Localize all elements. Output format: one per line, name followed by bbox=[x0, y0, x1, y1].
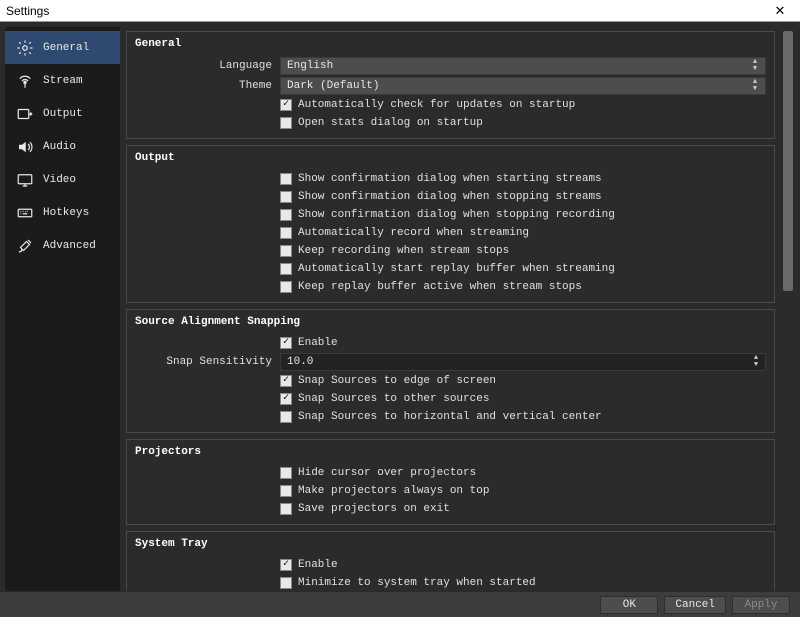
check-systray-enable[interactable]: ✓Enable bbox=[280, 557, 338, 573]
group-title: Projectors bbox=[135, 444, 766, 464]
antenna-icon bbox=[15, 71, 35, 91]
cancel-button[interactable]: Cancel bbox=[664, 596, 726, 614]
apply-button[interactable]: Apply bbox=[732, 596, 790, 614]
select-value: English bbox=[287, 60, 333, 72]
check-label: Snap Sources to edge of screen bbox=[298, 375, 496, 387]
sidebar-item-label: General bbox=[43, 42, 89, 54]
tools-icon bbox=[15, 236, 35, 256]
titlebar: Settings ✕ bbox=[0, 0, 800, 22]
footer: OK Cancel Apply bbox=[0, 591, 800, 617]
group-projectors: Projectors ✓Hide cursor over projectors … bbox=[126, 439, 775, 525]
chevron-updown-icon: ▲▼ bbox=[747, 78, 763, 94]
monitor-icon bbox=[15, 170, 35, 190]
check-label: Keep recording when stream stops bbox=[298, 245, 509, 257]
group-snapping: Source Alignment Snapping ✓Enable Snap S… bbox=[126, 309, 775, 433]
snap-sensitivity-label: Snap Sensitivity bbox=[135, 356, 280, 368]
sidebar-item-stream[interactable]: Stream bbox=[5, 64, 120, 97]
check-save-projectors[interactable]: ✓Save projectors on exit bbox=[280, 501, 450, 517]
check-label: Automatically start replay buffer when s… bbox=[298, 263, 615, 275]
window-title: Settings bbox=[6, 4, 49, 18]
snap-sensitivity-input[interactable]: 10.0 ▲▼ bbox=[280, 353, 766, 371]
check-confirm-stop-stream[interactable]: ✓Show confirmation dialog when stopping … bbox=[280, 189, 602, 205]
check-label: Automatically check for updates on start… bbox=[298, 99, 575, 111]
check-label: Open stats dialog on startup bbox=[298, 117, 483, 129]
content: General Stream Output Audio Video Hotkey… bbox=[0, 22, 800, 591]
check-label: Save projectors on exit bbox=[298, 503, 450, 515]
speaker-icon bbox=[15, 137, 35, 157]
theme-label: Theme bbox=[135, 80, 280, 92]
sidebar-item-label: Hotkeys bbox=[43, 207, 89, 219]
check-auto-replay[interactable]: ✓Automatically start replay buffer when … bbox=[280, 261, 615, 277]
keyboard-icon bbox=[15, 203, 35, 223]
check-snap-edge[interactable]: ✓Snap Sources to edge of screen bbox=[280, 373, 496, 389]
check-auto-update[interactable]: ✓Automatically check for updates on star… bbox=[280, 97, 575, 113]
spinbox-value: 10.0 bbox=[287, 356, 313, 368]
check-label: Show confirmation dialog when starting s… bbox=[298, 173, 602, 185]
check-open-stats[interactable]: ✓Open stats dialog on startup bbox=[280, 115, 483, 131]
spinner-icon[interactable]: ▲▼ bbox=[749, 354, 763, 370]
check-label: Snap Sources to other sources bbox=[298, 393, 489, 405]
sidebar-item-hotkeys[interactable]: Hotkeys bbox=[5, 196, 120, 229]
check-label: Hide cursor over projectors bbox=[298, 467, 476, 479]
theme-select[interactable]: Dark (Default) ▲▼ bbox=[280, 77, 766, 95]
check-keep-replay[interactable]: ✓Keep replay buffer active when stream s… bbox=[280, 279, 582, 295]
check-confirm-start-stream[interactable]: ✓Show confirmation dialog when starting … bbox=[280, 171, 602, 187]
check-auto-record[interactable]: ✓Automatically record when streaming bbox=[280, 225, 529, 241]
group-system-tray: System Tray ✓Enable ✓Minimize to system … bbox=[126, 531, 775, 591]
check-snap-sources[interactable]: ✓Snap Sources to other sources bbox=[280, 391, 489, 407]
group-output: Output ✓Show confirmation dialog when st… bbox=[126, 145, 775, 303]
main-panel: General Language English ▲▼ Theme Dark bbox=[120, 27, 795, 591]
language-select[interactable]: English ▲▼ bbox=[280, 57, 766, 75]
settings-scroll-area: General Language English ▲▼ Theme Dark bbox=[120, 27, 781, 591]
check-label: Enable bbox=[298, 337, 338, 349]
scrollbar-thumb[interactable] bbox=[783, 31, 793, 291]
chevron-updown-icon: ▲▼ bbox=[747, 58, 763, 74]
sidebar-item-label: Stream bbox=[43, 75, 83, 87]
group-general: General Language English ▲▼ Theme Dark bbox=[126, 31, 775, 139]
select-value: Dark (Default) bbox=[287, 80, 379, 92]
sidebar-item-label: Output bbox=[43, 108, 83, 120]
close-button[interactable]: ✕ bbox=[766, 3, 794, 19]
group-title: Output bbox=[135, 150, 766, 170]
check-keep-recording[interactable]: ✓Keep recording when stream stops bbox=[280, 243, 509, 259]
check-label: Snap Sources to horizontal and vertical … bbox=[298, 411, 602, 423]
group-title: General bbox=[135, 36, 766, 56]
check-label: Minimize to system tray when started bbox=[298, 577, 536, 589]
scrollbar[interactable] bbox=[781, 27, 795, 591]
sidebar-item-label: Advanced bbox=[43, 240, 96, 252]
check-snapping-enable[interactable]: ✓Enable bbox=[280, 335, 338, 351]
check-label: Keep replay buffer active when stream st… bbox=[298, 281, 582, 293]
sidebar-item-audio[interactable]: Audio bbox=[5, 130, 120, 163]
output-icon bbox=[15, 104, 35, 124]
check-label: Make projectors always on top bbox=[298, 485, 489, 497]
gear-icon bbox=[15, 38, 35, 58]
sidebar-item-output[interactable]: Output bbox=[5, 97, 120, 130]
check-label: Enable bbox=[298, 559, 338, 571]
check-label: Automatically record when streaming bbox=[298, 227, 529, 239]
sidebar-item-label: Video bbox=[43, 174, 76, 186]
group-title: System Tray bbox=[135, 536, 766, 556]
check-minimize-start[interactable]: ✓Minimize to system tray when started bbox=[280, 575, 536, 591]
sidebar-item-advanced[interactable]: Advanced bbox=[5, 229, 120, 262]
check-label: Show confirmation dialog when stopping s… bbox=[298, 191, 602, 203]
sidebar: General Stream Output Audio Video Hotkey… bbox=[5, 27, 120, 591]
check-confirm-stop-recording[interactable]: ✓Show confirmation dialog when stopping … bbox=[280, 207, 615, 223]
check-always-top[interactable]: ✓Make projectors always on top bbox=[280, 483, 489, 499]
check-snap-center[interactable]: ✓Snap Sources to horizontal and vertical… bbox=[280, 409, 602, 425]
ok-button[interactable]: OK bbox=[600, 596, 658, 614]
sidebar-item-video[interactable]: Video bbox=[5, 163, 120, 196]
sidebar-item-label: Audio bbox=[43, 141, 76, 153]
sidebar-item-general[interactable]: General bbox=[5, 31, 120, 64]
group-title: Source Alignment Snapping bbox=[135, 314, 766, 334]
check-label: Show confirmation dialog when stopping r… bbox=[298, 209, 615, 221]
check-hide-cursor[interactable]: ✓Hide cursor over projectors bbox=[280, 465, 476, 481]
language-label: Language bbox=[135, 60, 280, 72]
